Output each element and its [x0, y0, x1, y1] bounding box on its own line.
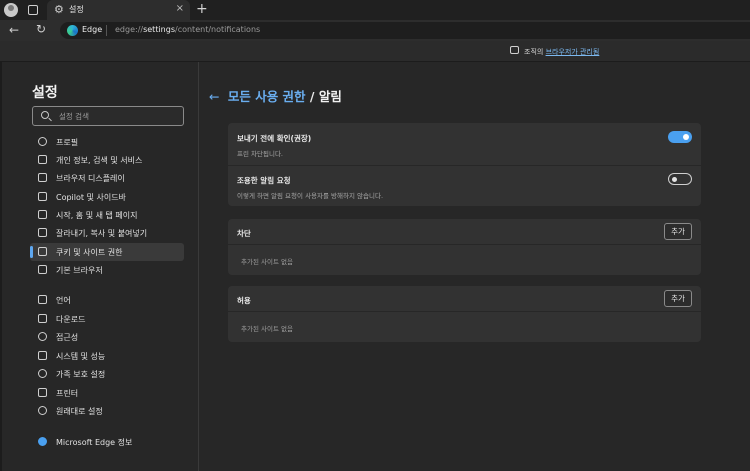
edge-logo-icon: [67, 25, 78, 36]
managed-browser-bar: 조직의 브라우저가 관리됨: [0, 41, 750, 62]
sidebar-item-label: 브라우저 디스플레이: [56, 174, 125, 183]
sidebar-item-clipboard[interactable]: 잘라내기, 복사 및 붙여넣기: [30, 224, 184, 242]
sidebar-item-languages[interactable]: 언어: [30, 291, 184, 309]
sidebar-item-display[interactable]: 브라우저 디스플레이: [30, 169, 184, 187]
sidebar-item-label: 기본 브라우저: [56, 266, 103, 275]
sidebar-item-label: 잘라내기, 복사 및 붙여넣기: [56, 229, 148, 238]
section-divider: [228, 244, 701, 245]
ask-before-sending-title: 보내기 전에 확인(권장): [237, 134, 312, 143]
toolbar: ← ↻ Edge edge://settings/content/notific…: [0, 20, 750, 41]
sidebar-item-label: 원래대로 설정: [56, 407, 103, 416]
sidebar-item-accessibility[interactable]: 접근성: [30, 328, 184, 346]
sidebar-item-label: 프린터: [56, 389, 79, 398]
tab-actions-icon[interactable]: [28, 5, 38, 15]
sidebar-item-label: 언어: [56, 296, 71, 305]
settings-search[interactable]: [32, 106, 184, 126]
main-content: ← 모든 사용 권한 / 알림 보내기 전에 확인(권장) 프린 차단됩니다. …: [199, 62, 750, 471]
sidebar-item-label: 다운로드: [56, 315, 86, 324]
managed-link[interactable]: 브라우저가 관리됨: [546, 48, 600, 56]
sidebar-item-copilot[interactable]: Copilot 및 사이드바: [30, 188, 184, 206]
sidebar-item-downloads[interactable]: 다운로드: [30, 310, 184, 328]
printer-icon: [38, 388, 47, 397]
ask-before-sending-toggle[interactable]: [668, 131, 692, 143]
display-icon: [38, 173, 47, 182]
sidebar-item-label: Copilot 및 사이드바: [56, 193, 126, 202]
sidebar-item-label: 접근성: [56, 333, 79, 342]
block-title: 차단: [237, 229, 251, 238]
sidebar-icon: [38, 192, 47, 201]
allow-section: 허용 추가 추가된 사이트 없음: [228, 286, 701, 342]
sidebar-item-family[interactable]: 가족 보호 설정: [30, 365, 184, 383]
address-bar[interactable]: Edge edge://settings/content/notificatio…: [60, 22, 750, 39]
managed-text: 조직의 브라우저가 관리됨: [524, 48, 600, 56]
family-icon: [38, 369, 47, 378]
download-icon: [38, 314, 47, 323]
sidebar-item-privacy[interactable]: 개인 정보, 검색 및 서비스: [30, 151, 184, 169]
sidebar-item-label: 개인 정보, 검색 및 서비스: [56, 156, 143, 165]
sidebar-item-default-browser[interactable]: 기본 브라우저: [30, 261, 184, 279]
site-label: Edge: [82, 25, 103, 34]
allow-empty-text: 추가된 사이트 없음: [241, 325, 293, 333]
sidebar-item-label: 쿠키 및 사이트 권한: [56, 248, 123, 257]
tab-strip: ⚙ 설정 × +: [0, 0, 750, 20]
lock-icon: [38, 155, 47, 164]
allow-add-button[interactable]: 추가: [664, 290, 692, 307]
system-icon: [38, 351, 47, 360]
toggle-knob: [683, 134, 689, 140]
settings-sidebar: 설정 프로필 개인 정보, 검색 및 서비스 브라우저 디스플레이 Copilo…: [2, 62, 199, 471]
address-divider: [106, 25, 107, 36]
url-text[interactable]: edge://settings/content/notifications: [115, 25, 260, 34]
briefcase-icon: [510, 46, 519, 54]
new-tab-button[interactable]: +: [196, 1, 208, 17]
profile-icon: [38, 137, 47, 146]
page-title: ← 모든 사용 권한 / 알림: [209, 86, 342, 105]
tab-title: 설정: [69, 5, 84, 14]
quiet-requests-subtitle: 이렇게 하면 알림 요청이 사용자를 방해하지 않습니다.: [237, 192, 384, 200]
home-icon: [38, 210, 47, 219]
ask-before-sending-subtitle: 프린 차단됩니다.: [237, 150, 283, 158]
sidebar-item-about[interactable]: Microsoft Edge 정보: [30, 433, 184, 451]
sidebar-item-reset[interactable]: 원래대로 설정: [30, 402, 184, 420]
sidebar-item-start-home[interactable]: 시작, 홈 및 새 탭 페이지: [30, 206, 184, 224]
back-arrow-icon[interactable]: ←: [209, 89, 219, 104]
tab-close-button[interactable]: ×: [176, 3, 184, 14]
breadcrumb-current: 알림: [318, 89, 342, 104]
search-input[interactable]: [59, 110, 179, 123]
search-icon: [41, 111, 49, 119]
sidebar-item-cookies[interactable]: 쿠키 및 사이트 권한: [30, 243, 184, 261]
accessibility-icon: [38, 332, 47, 341]
block-add-button[interactable]: 추가: [664, 223, 692, 240]
sidebar-title: 설정: [32, 85, 58, 101]
notification-options-card: 보내기 전에 확인(권장) 프린 차단됩니다. 조용한 알림 요청 이렇게 하면…: [228, 123, 701, 206]
section-divider: [228, 311, 701, 312]
sidebar-item-label: 시스템 및 성능: [56, 352, 106, 361]
reset-icon: [38, 406, 47, 415]
gear-icon: ⚙: [54, 3, 64, 16]
back-arrow-icon[interactable]: ←: [9, 23, 19, 37]
browser-icon: [38, 265, 47, 274]
breadcrumb-parent-link[interactable]: 모든 사용 권한: [228, 89, 306, 104]
sidebar-item-label: Microsoft Edge 정보: [56, 438, 133, 447]
profile-avatar[interactable]: [4, 3, 18, 17]
sidebar-item-printers[interactable]: 프린터: [30, 384, 184, 402]
row-divider: [228, 165, 701, 166]
block-section: 차단 추가 추가된 사이트 없음: [228, 219, 701, 275]
cookie-icon: [38, 247, 47, 256]
breadcrumb-separator: /: [309, 89, 315, 104]
sidebar-item-system[interactable]: 시스템 및 성능: [30, 347, 184, 365]
block-empty-text: 추가된 사이트 없음: [241, 258, 293, 266]
reload-icon[interactable]: ↻: [36, 22, 46, 36]
quiet-requests-title: 조용한 알림 요청: [237, 176, 291, 185]
language-icon: [38, 295, 47, 304]
sidebar-item-label: 시작, 홈 및 새 탭 페이지: [56, 211, 138, 220]
toggle-knob: [672, 176, 677, 182]
sidebar-item-label: 가족 보호 설정: [56, 370, 106, 379]
sidebar-item-profile[interactable]: 프로필: [30, 133, 184, 151]
allow-title: 허용: [237, 296, 251, 305]
edge-icon: [38, 437, 47, 446]
tab-settings[interactable]: ⚙ 설정 ×: [47, 0, 190, 20]
quiet-requests-toggle[interactable]: [668, 173, 692, 185]
clipboard-icon: [38, 228, 47, 237]
sidebar-item-label: 프로필: [56, 138, 79, 147]
